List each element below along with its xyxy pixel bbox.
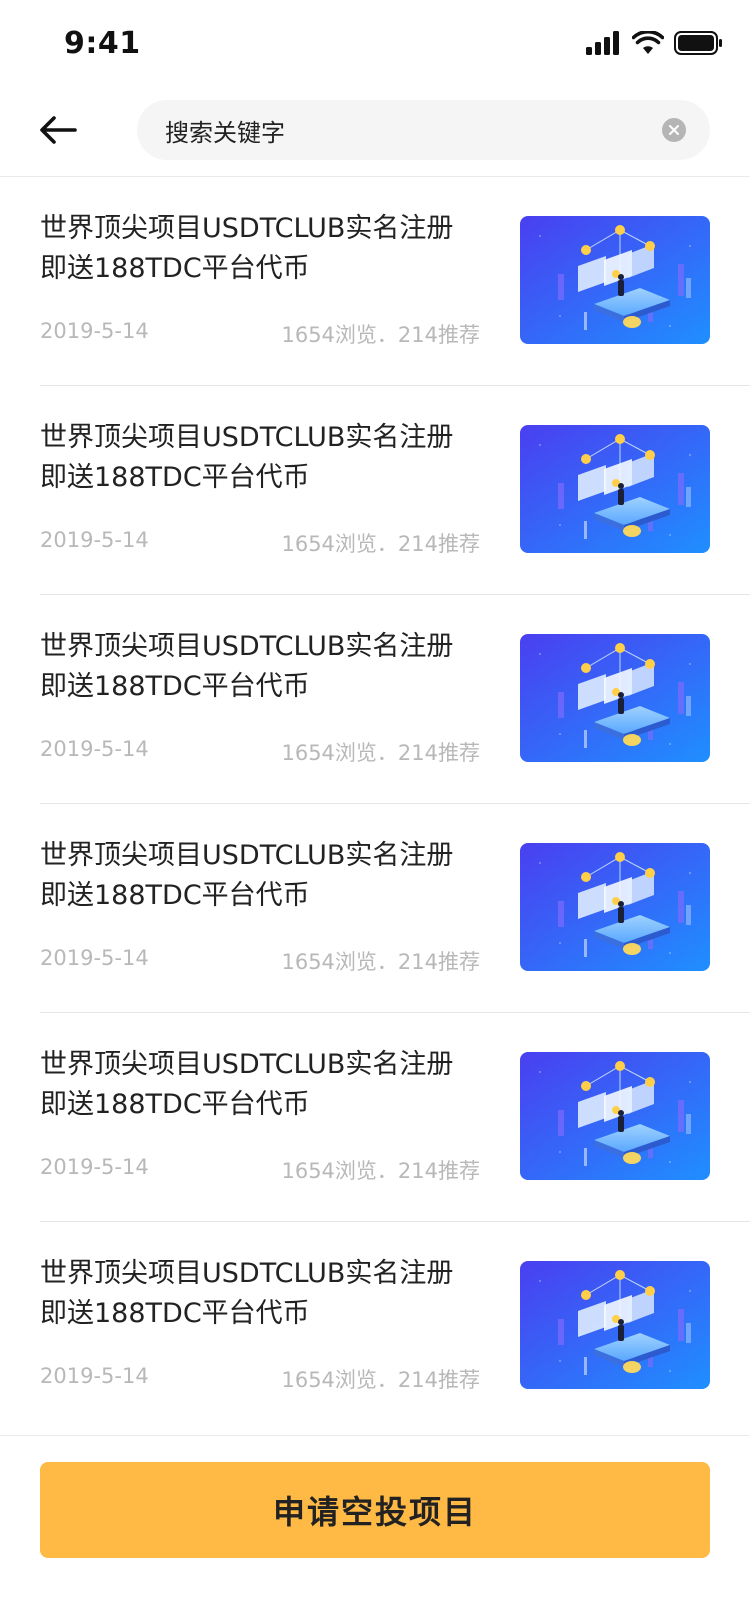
item-title: 世界顶尖项目USDTCLUB实名注册即送188TDC平台代币 [40,1258,454,1329]
item-thumbnail [520,843,710,971]
item-thumbnail [520,634,710,762]
search-bar [137,100,710,160]
isometric-blockchain-illustration [520,634,710,762]
item-title: 世界顶尖项目USDTCLUB实名注册即送188TDC平台代币 [40,631,454,702]
project-list: 世界顶尖项目USDTCLUB实名注册即送188TDC平台代币 2019-5-14… [0,177,750,1431]
isometric-blockchain-illustration [520,1261,710,1389]
list-item[interactable]: 世界顶尖项目USDTCLUB实名注册即送188TDC平台代币 2019-5-14… [0,804,750,1013]
search-input[interactable] [165,100,635,160]
battery-icon [674,31,722,59]
item-title: 世界顶尖项目USDTCLUB实名注册即送188TDC平台代币 [40,422,454,493]
list-item[interactable]: 世界顶尖项目USDTCLUB实名注册即送188TDC平台代币 2019-5-14… [0,177,750,386]
item-stats: 1654浏览．214推荐 [281,532,480,556]
search-header [0,96,750,176]
item-date: 2019-5-14 [40,528,149,552]
wifi-icon [631,29,665,59]
back-button[interactable] [32,104,84,156]
item-thumbnail [520,425,710,553]
item-date: 2019-5-14 [40,1155,149,1179]
isometric-blockchain-illustration [520,216,710,344]
apply-airdrop-button[interactable]: 申请空投项目 [40,1462,710,1558]
item-title: 世界顶尖项目USDTCLUB实名注册即送188TDC平台代币 [40,840,454,911]
item-date: 2019-5-14 [40,737,149,761]
list-item[interactable]: 世界顶尖项目USDTCLUB实名注册即送188TDC平台代币 2019-5-14… [0,1222,750,1431]
item-date: 2019-5-14 [40,1364,149,1388]
item-title: 世界顶尖项目USDTCLUB实名注册即送188TDC平台代币 [40,213,454,284]
item-stats: 1654浏览．214推荐 [281,1368,480,1392]
isometric-blockchain-illustration [520,1052,710,1180]
isometric-blockchain-illustration [520,843,710,971]
item-stats: 1654浏览．214推荐 [281,950,480,974]
item-thumbnail [520,1052,710,1180]
item-stats: 1654浏览．214推荐 [281,741,480,765]
arrow-left-icon [40,116,77,144]
signal-icon [586,31,622,59]
status-bar: 9:41 [0,0,750,90]
status-icons [586,29,722,60]
list-item[interactable]: 世界顶尖项目USDTCLUB实名注册即送188TDC平台代币 2019-5-14… [0,1013,750,1222]
item-date: 2019-5-14 [40,946,149,970]
list-item[interactable]: 世界顶尖项目USDTCLUB实名注册即送188TDC平台代币 2019-5-14… [0,595,750,804]
list-item[interactable]: 世界顶尖项目USDTCLUB实名注册即送188TDC平台代币 2019-5-14… [0,386,750,595]
item-date: 2019-5-14 [40,319,149,343]
status-time: 9:41 [64,26,141,61]
item-thumbnail [520,1261,710,1389]
item-title: 世界顶尖项目USDTCLUB实名注册即送188TDC平台代币 [40,1049,454,1120]
isometric-blockchain-illustration [520,425,710,553]
item-stats: 1654浏览．214推荐 [281,1159,480,1183]
item-stats: 1654浏览．214推荐 [281,323,480,347]
bottom-action-bar: 申请空投项目 [0,1435,750,1624]
clear-search-button[interactable] [662,118,686,142]
clear-circle-icon [669,125,679,135]
item-thumbnail [520,216,710,344]
